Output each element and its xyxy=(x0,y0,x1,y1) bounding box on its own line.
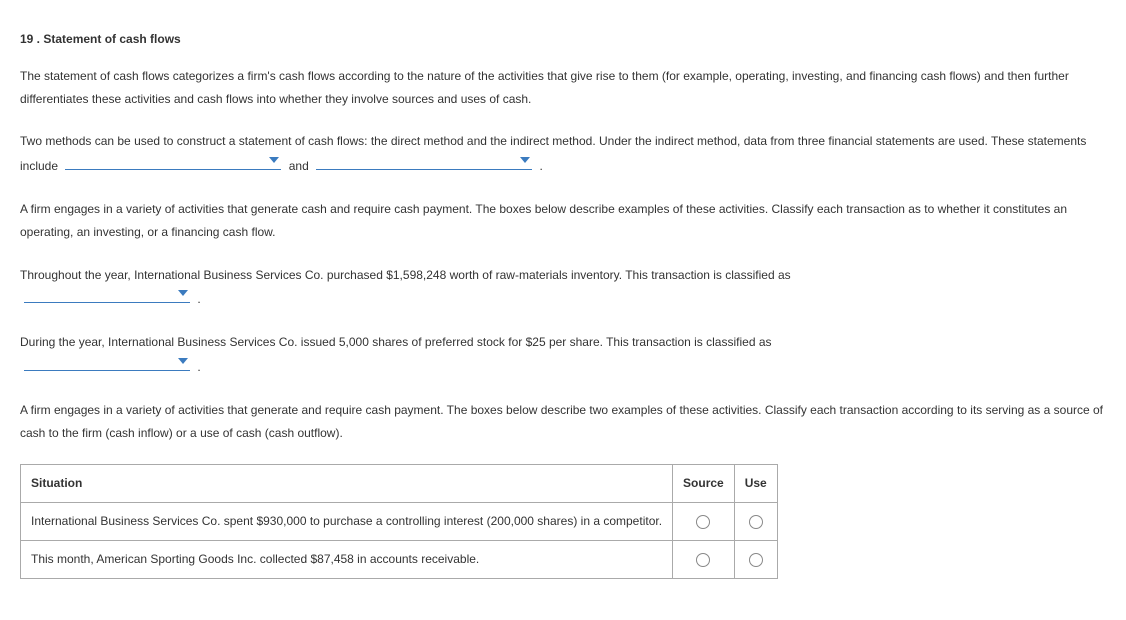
situation-cell: This month, American Sporting Goods Inc.… xyxy=(21,540,673,578)
intro-paragraph-2: Two methods can be used to construct a s… xyxy=(20,130,1106,178)
transaction-2: During the year, International Business … xyxy=(20,331,1106,379)
radio-source-row2[interactable] xyxy=(696,553,710,567)
question-heading: 19 . Statement of cash flows xyxy=(20,28,1106,51)
source-use-instructions: A firm engages in a variety of activitie… xyxy=(20,399,1106,445)
chevron-down-icon xyxy=(520,157,530,163)
transaction-1-dropdown[interactable] xyxy=(24,286,190,303)
transaction-1-end: . xyxy=(197,292,200,306)
chevron-down-icon xyxy=(178,358,188,364)
chevron-down-icon xyxy=(269,157,279,163)
classify-instructions: A firm engages in a variety of activitie… xyxy=(20,198,1106,244)
use-cell xyxy=(734,540,777,578)
use-cell xyxy=(734,503,777,541)
intro-paragraph-1: The statement of cash flows categorizes … xyxy=(20,65,1106,111)
radio-use-row2[interactable] xyxy=(749,553,763,567)
para2-end: . xyxy=(539,159,542,173)
table-row: This month, American Sporting Goods Inc.… xyxy=(21,540,778,578)
para2-and: and xyxy=(289,159,309,173)
table-row: International Business Services Co. spen… xyxy=(21,503,778,541)
transaction-2-end: . xyxy=(197,360,200,374)
statements-dropdown-2[interactable] xyxy=(316,153,532,170)
source-cell xyxy=(673,503,735,541)
source-cell xyxy=(673,540,735,578)
chevron-down-icon xyxy=(178,290,188,296)
situation-cell: International Business Services Co. spen… xyxy=(21,503,673,541)
transaction-2-dropdown[interactable] xyxy=(24,354,190,371)
source-use-table: Situation Source Use International Busin… xyxy=(20,464,778,578)
radio-source-row1[interactable] xyxy=(696,515,710,529)
table-header-row: Situation Source Use xyxy=(21,465,778,503)
transaction-2-text: During the year, International Business … xyxy=(20,335,772,349)
col-situation: Situation xyxy=(21,465,673,503)
transaction-1: Throughout the year, International Busin… xyxy=(20,264,1106,312)
radio-use-row1[interactable] xyxy=(749,515,763,529)
col-use: Use xyxy=(734,465,777,503)
statements-dropdown-1[interactable] xyxy=(65,153,281,170)
transaction-1-text: Throughout the year, International Busin… xyxy=(20,268,791,282)
col-source: Source xyxy=(673,465,735,503)
